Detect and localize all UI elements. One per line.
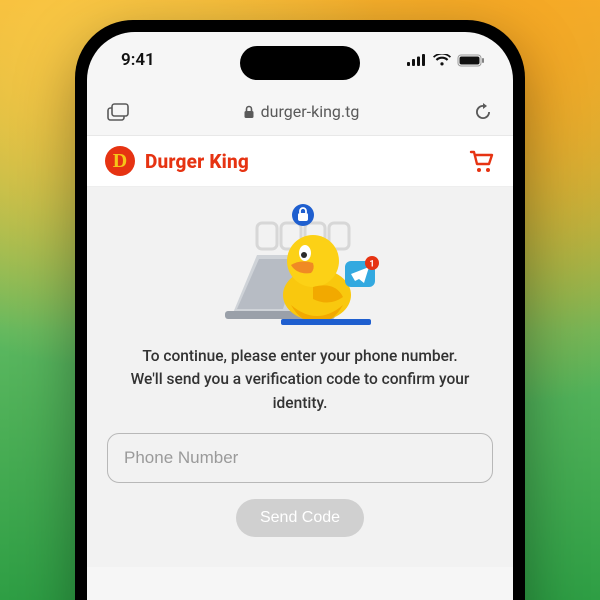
illustration: 1 <box>195 203 405 333</box>
instructions-text: To continue, please enter your phone num… <box>107 341 493 433</box>
browser-chrome: durger-king.tg <box>87 88 513 136</box>
brand-name: Durger King <box>145 150 249 173</box>
phone-frame: 9:41 durger-king.tg D Durger King <box>75 20 525 600</box>
clock: 9:41 <box>121 50 155 70</box>
cellular-icon <box>407 54 427 66</box>
send-code-button[interactable]: Send Code <box>236 499 364 537</box>
phone-number-input[interactable] <box>107 433 493 483</box>
lock-icon <box>243 105 255 119</box>
brand[interactable]: D Durger King <box>105 146 249 176</box>
reload-icon[interactable] <box>473 102 493 122</box>
main-content: 1 To continue, please enter your phone n… <box>87 187 513 567</box>
tabs-icon[interactable] <box>107 103 129 121</box>
cart-icon[interactable] <box>469 149 495 173</box>
brand-logo: D <box>105 146 135 176</box>
app-header: D Durger King <box>87 136 513 187</box>
wifi-icon <box>433 54 451 66</box>
svg-text:1: 1 <box>369 260 374 270</box>
battery-icon <box>457 54 485 67</box>
url-text: durger-king.tg <box>261 102 360 121</box>
dynamic-island <box>240 46 360 80</box>
address-bar[interactable]: durger-king.tg <box>143 102 459 121</box>
phone-screen: 9:41 durger-king.tg D Durger King <box>87 32 513 600</box>
